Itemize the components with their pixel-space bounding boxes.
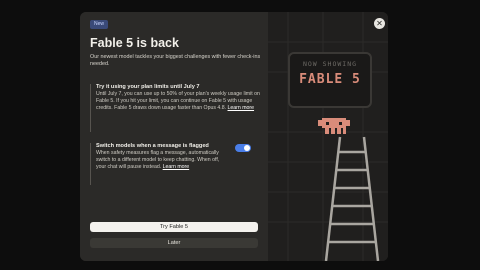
model-switch-body: When safety measures flag a message, aut… xyxy=(96,150,220,170)
modal-title: Fable 5 is back xyxy=(90,36,179,50)
modal-content-panel: New Fable 5 is back Our newest model tac… xyxy=(80,12,268,261)
learn-more-link[interactable]: Learn more xyxy=(163,164,190,170)
sign-name-text: FABLE 5 xyxy=(299,72,361,87)
modal-subtitle: Our newest model tackles your biggest ch… xyxy=(90,54,261,67)
item-divider xyxy=(90,143,91,185)
plan-limits-text: Until July 7, you can use up to 50% of y… xyxy=(96,91,260,112)
now-showing-sign: NOW SHOWING FABLE 5 xyxy=(288,52,372,108)
theater-illustration xyxy=(268,12,388,261)
sign-top-text: NOW SHOWING xyxy=(302,60,358,68)
illustration-panel: NOW SHOWING FABLE 5 xyxy=(268,12,388,261)
item-divider xyxy=(90,84,91,132)
announcement-modal: New Fable 5 is back Our newest model tac… xyxy=(80,12,388,261)
model-switch-heading: Switch models when a message is flagged xyxy=(96,143,209,149)
learn-more-link[interactable]: Learn more xyxy=(228,105,255,111)
plan-limits-heading: Try it using your plan limits until July… xyxy=(96,84,200,90)
toggle-knob xyxy=(244,145,250,151)
later-button[interactable]: Later xyxy=(90,238,258,248)
model-switch-toggle[interactable] xyxy=(235,144,251,152)
model-switch-item: Switch models when a message is flagged … xyxy=(96,143,226,171)
model-switch-text: When safety measures flag a message, aut… xyxy=(96,150,226,171)
new-badge: New xyxy=(90,20,109,29)
try-fable-button[interactable]: Try Fable 5 xyxy=(90,222,258,232)
close-icon[interactable]: ✕ xyxy=(374,18,385,29)
plan-limits-item: Try it using your plan limits until July… xyxy=(96,84,260,112)
